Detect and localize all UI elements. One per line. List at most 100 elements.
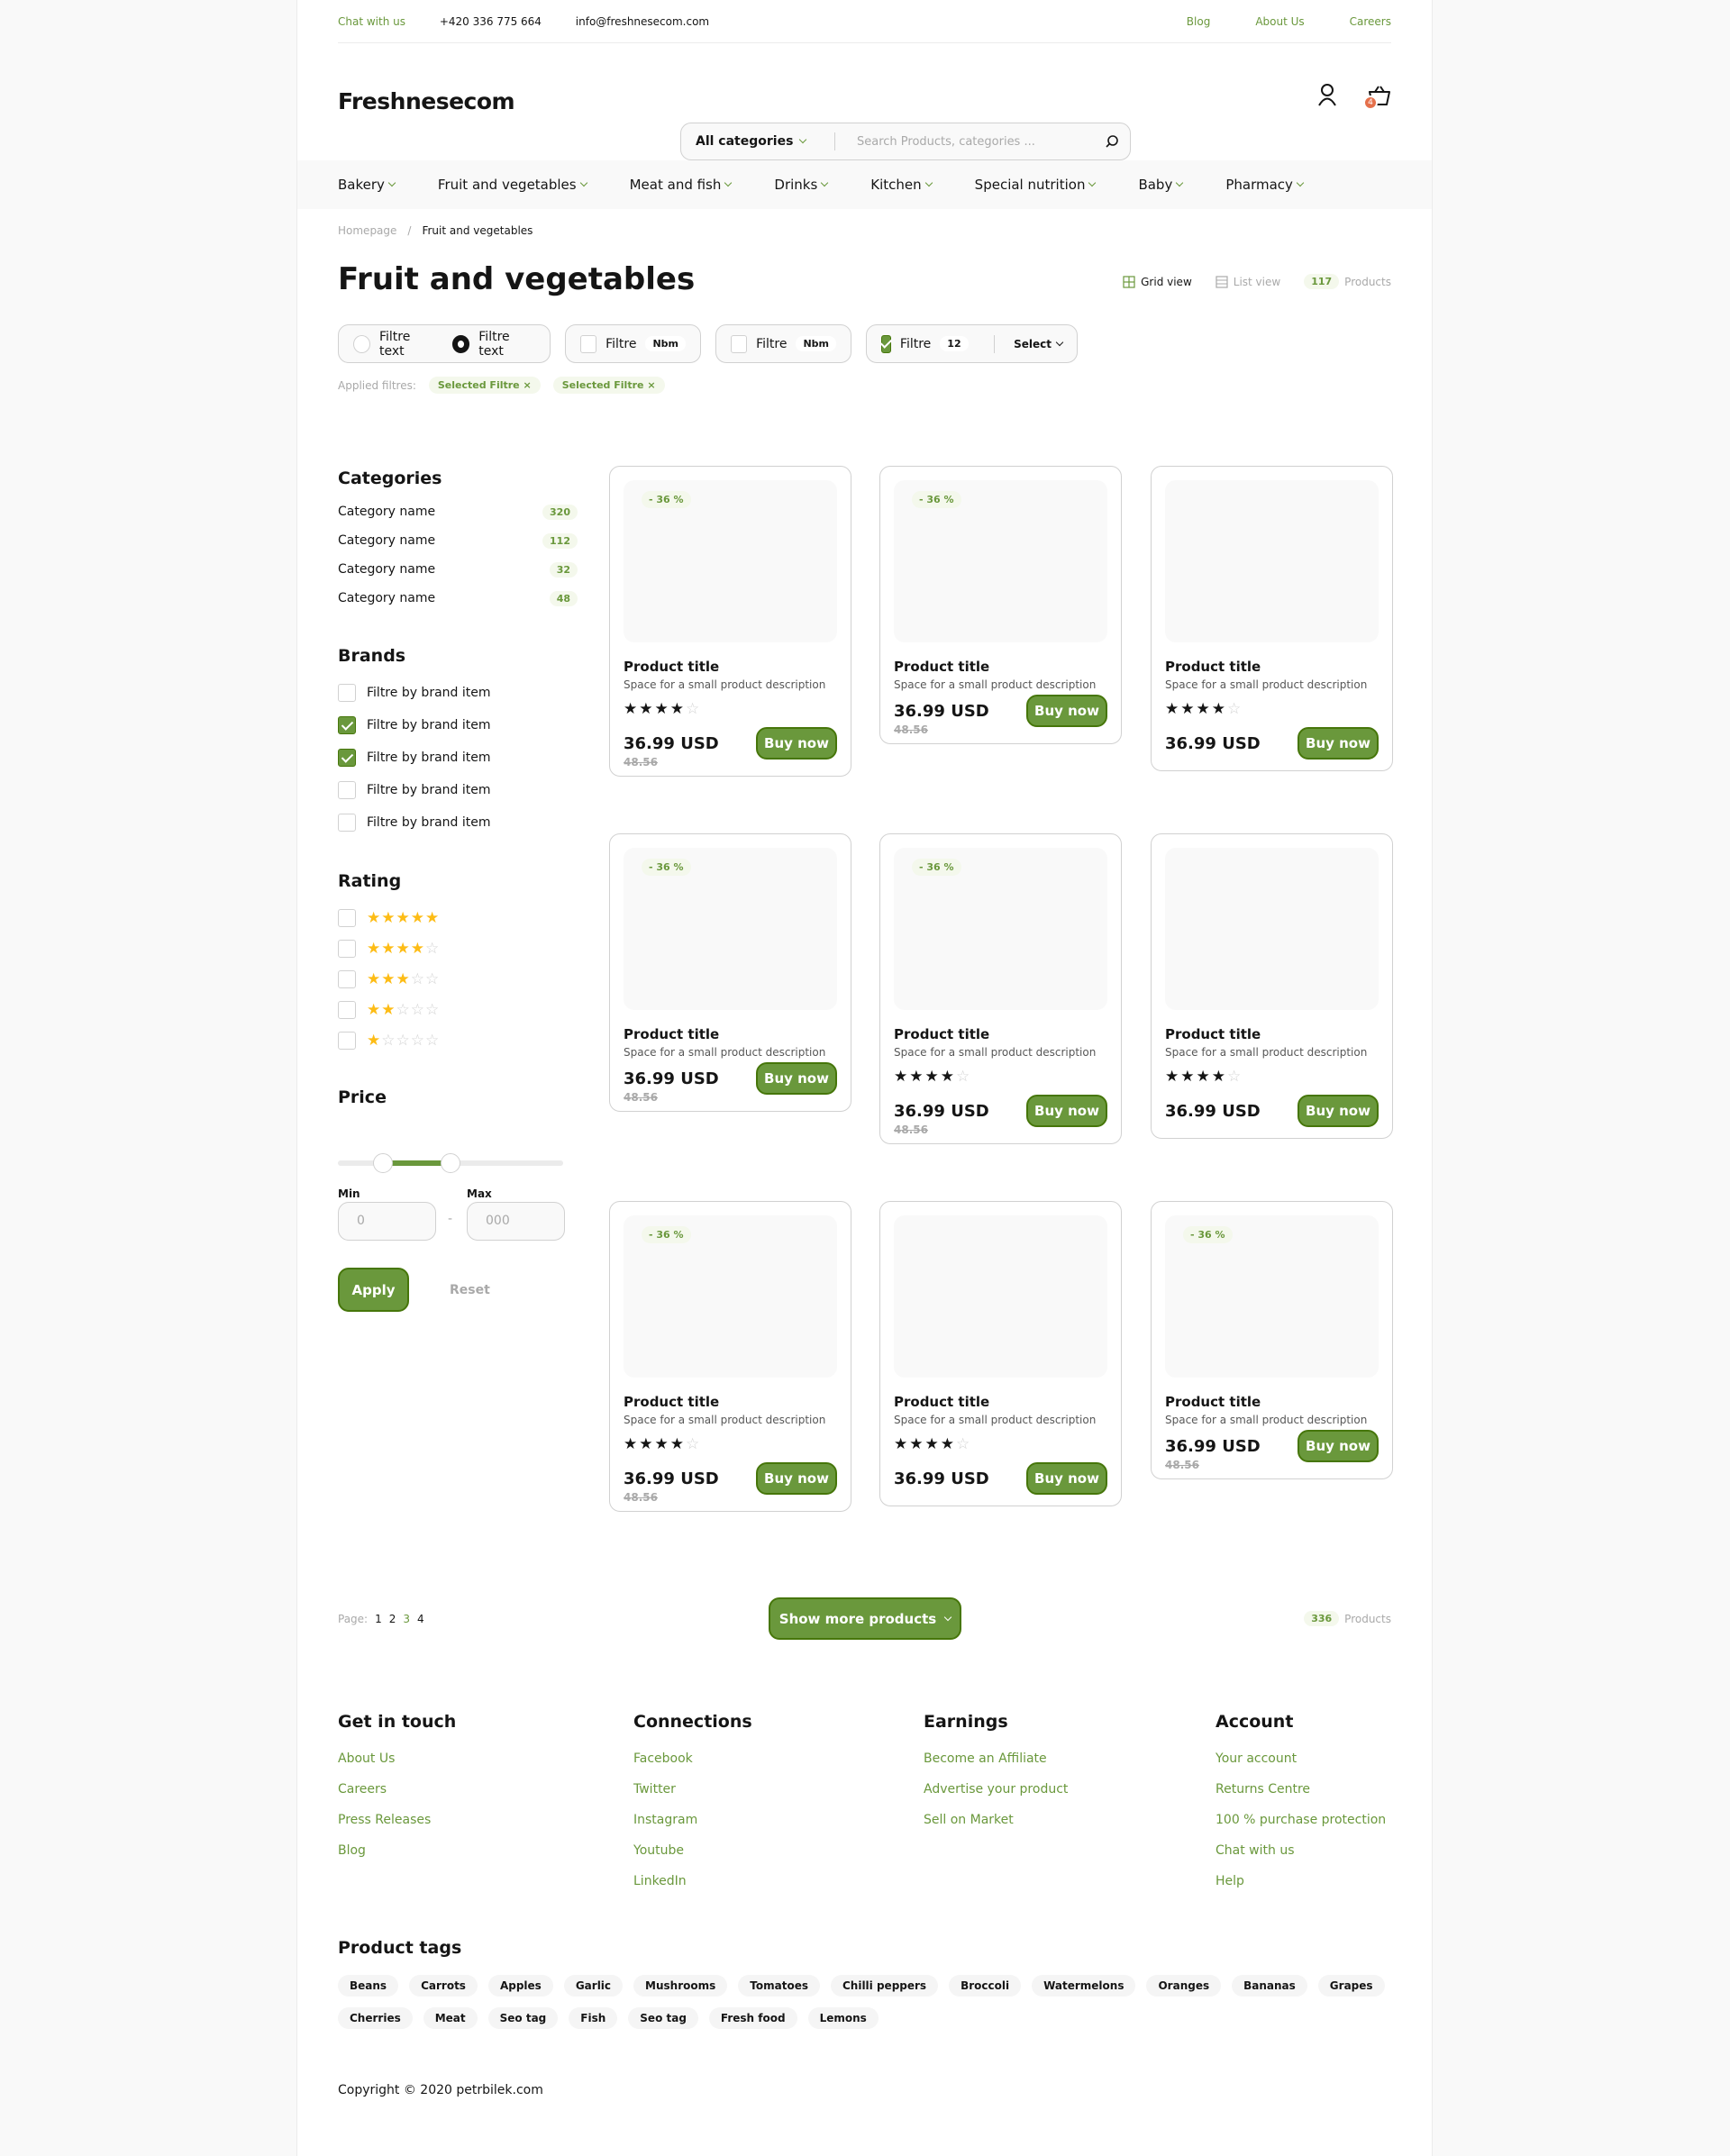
- brand-filter-item[interactable]: Filtre by brand item: [338, 684, 581, 702]
- price-slider[interactable]: [338, 1153, 563, 1173]
- price-slider-min-handle[interactable]: [373, 1153, 393, 1173]
- product-image[interactable]: - 36 %: [1165, 1215, 1379, 1378]
- product-image[interactable]: [1165, 480, 1379, 642]
- rating-filter-item[interactable]: ★☆☆☆☆: [338, 1032, 581, 1050]
- product-tag[interactable]: Apples: [487, 1975, 553, 1997]
- footer-link[interactable]: Youtube: [633, 1843, 752, 1858]
- product-image[interactable]: - 36 %: [624, 1215, 837, 1378]
- product-tag[interactable]: Seo tag: [628, 2007, 698, 2029]
- product-tag[interactable]: Cherries: [338, 2007, 413, 2029]
- product-card[interactable]: - 36 % Product title Space for a small pro…: [609, 1201, 851, 1512]
- applied-filter-chip[interactable]: Selected Filtre ×: [552, 377, 665, 394]
- product-card[interactable]: Product title Space for a small product d…: [1151, 833, 1393, 1139]
- product-tag[interactable]: Broccoli: [949, 1975, 1022, 1997]
- product-image[interactable]: [1165, 848, 1379, 1010]
- buy-now-button[interactable]: Buy now: [756, 1062, 837, 1095]
- footer-link[interactable]: Help: [1216, 1874, 1386, 1888]
- product-tag[interactable]: Beans: [338, 1975, 399, 1997]
- product-title[interactable]: Product title: [1165, 659, 1261, 675]
- category-item[interactable]: Category name 48: [338, 591, 578, 606]
- product-tag[interactable]: Bananas: [1232, 1975, 1307, 1997]
- product-tag[interactable]: Chilli peppers: [830, 1975, 939, 1997]
- product-tag[interactable]: Mushrooms: [633, 1975, 728, 1997]
- page-link[interactable]: 2: [389, 1613, 396, 1625]
- rating-filter-item[interactable]: ★★★★☆: [338, 940, 581, 958]
- product-card[interactable]: - 36 % Product title Space for a small pro…: [609, 466, 851, 777]
- category-item[interactable]: Category name 32: [338, 562, 578, 578]
- product-tag[interactable]: Oranges: [1146, 1975, 1222, 1997]
- checkbox[interactable]: [338, 1032, 356, 1050]
- checkbox[interactable]: [580, 334, 597, 353]
- product-title[interactable]: Product title: [624, 1026, 719, 1042]
- brand-filter-item[interactable]: Filtre by brand item: [338, 716, 581, 734]
- rating-filter-item[interactable]: ★★★★★: [338, 909, 581, 927]
- page-link[interactable]: 3: [403, 1613, 410, 1625]
- product-title[interactable]: Product title: [894, 1026, 989, 1042]
- footer-link[interactable]: About Us: [338, 1751, 456, 1766]
- checkbox[interactable]: [338, 909, 356, 927]
- checkbox[interactable]: [338, 684, 356, 702]
- product-tag[interactable]: Tomatoes: [738, 1975, 820, 1997]
- product-image[interactable]: - 36 %: [894, 480, 1107, 642]
- checkbox[interactable]: [338, 781, 356, 799]
- product-tag[interactable]: Lemons: [807, 2007, 879, 2029]
- product-title[interactable]: Product title: [624, 659, 719, 675]
- checkbox[interactable]: [338, 940, 356, 958]
- rating-filter-item[interactable]: ★★★☆☆: [338, 970, 581, 988]
- product-card[interactable]: - 36 % Product title Space for a small pro…: [879, 466, 1122, 744]
- footer-link[interactable]: Your account: [1216, 1751, 1386, 1766]
- footer-link[interactable]: Advertise your product: [924, 1782, 1068, 1797]
- checkbox[interactable]: [338, 814, 356, 832]
- product-title[interactable]: Product title: [894, 659, 989, 675]
- checkbox-checked[interactable]: [338, 716, 356, 734]
- apply-button[interactable]: Apply: [338, 1268, 409, 1312]
- close-icon[interactable]: ×: [523, 379, 531, 391]
- page-link[interactable]: 4: [417, 1613, 424, 1625]
- reset-button[interactable]: Reset: [450, 1283, 490, 1297]
- product-card[interactable]: - 36 % Product title Space for a small pro…: [1151, 1201, 1393, 1479]
- select-dropdown[interactable]: Select: [1014, 338, 1064, 350]
- footer-link[interactable]: Press Releases: [338, 1813, 456, 1827]
- footer-link[interactable]: Instagram: [633, 1813, 752, 1827]
- radio-button-selected[interactable]: [451, 334, 470, 353]
- product-card[interactable]: - 36 % Product title Space for a small pro…: [609, 833, 851, 1112]
- footer-link[interactable]: Become an Affiliate: [924, 1751, 1068, 1766]
- product-tag[interactable]: Garlic: [563, 1975, 624, 1997]
- product-title[interactable]: Product title: [894, 1394, 989, 1410]
- max-price-input[interactable]: 000: [467, 1202, 565, 1241]
- product-image[interactable]: - 36 %: [624, 480, 837, 642]
- product-title[interactable]: Product title: [1165, 1026, 1261, 1042]
- buy-now-button[interactable]: Buy now: [1298, 1095, 1379, 1127]
- product-tag[interactable]: Fresh food: [708, 2007, 797, 2029]
- product-image[interactable]: - 36 %: [624, 848, 837, 1010]
- min-price-input[interactable]: 0: [338, 1202, 436, 1241]
- grid-view-toggle[interactable]: Grid view: [1123, 276, 1192, 288]
- show-more-button[interactable]: Show more products: [769, 1597, 961, 1640]
- page-link[interactable]: 1: [375, 1613, 382, 1625]
- buy-now-button[interactable]: Buy now: [756, 727, 837, 760]
- product-title[interactable]: Product title: [1165, 1394, 1261, 1410]
- category-item[interactable]: Category name 112: [338, 533, 578, 549]
- checkbox[interactable]: [338, 970, 356, 988]
- product-card[interactable]: Product title Space for a small product d…: [879, 1201, 1122, 1506]
- checkbox[interactable]: [338, 1001, 356, 1019]
- product-image[interactable]: [894, 1215, 1107, 1378]
- product-tag[interactable]: Fish: [569, 2007, 618, 2029]
- footer-link[interactable]: LinkedIn: [633, 1874, 752, 1888]
- buy-now-button[interactable]: Buy now: [1026, 1462, 1107, 1495]
- footer-link[interactable]: Twitter: [633, 1782, 752, 1797]
- checkbox-checked[interactable]: [881, 334, 891, 353]
- brand-filter-item[interactable]: Filtre by brand item: [338, 814, 581, 832]
- footer-link[interactable]: Careers: [338, 1782, 456, 1797]
- product-tag[interactable]: Seo tag: [487, 2007, 559, 2029]
- checkbox-filter[interactable]: Filtre Nbm: [565, 324, 701, 363]
- product-image[interactable]: - 36 %: [894, 848, 1107, 1010]
- product-title[interactable]: Product title: [624, 1394, 719, 1410]
- product-card[interactable]: - 36 % Product title Space for a small pro…: [879, 833, 1122, 1144]
- brand-filter-item[interactable]: Filtre by brand item: [338, 749, 581, 767]
- footer-link[interactable]: Returns Centre: [1216, 1782, 1386, 1797]
- buy-now-button[interactable]: Buy now: [1298, 1430, 1379, 1462]
- rating-filter-item[interactable]: ★★☆☆☆: [338, 1001, 581, 1019]
- buy-now-button[interactable]: Buy now: [1026, 1095, 1107, 1127]
- footer-link[interactable]: Chat with us: [1216, 1843, 1386, 1858]
